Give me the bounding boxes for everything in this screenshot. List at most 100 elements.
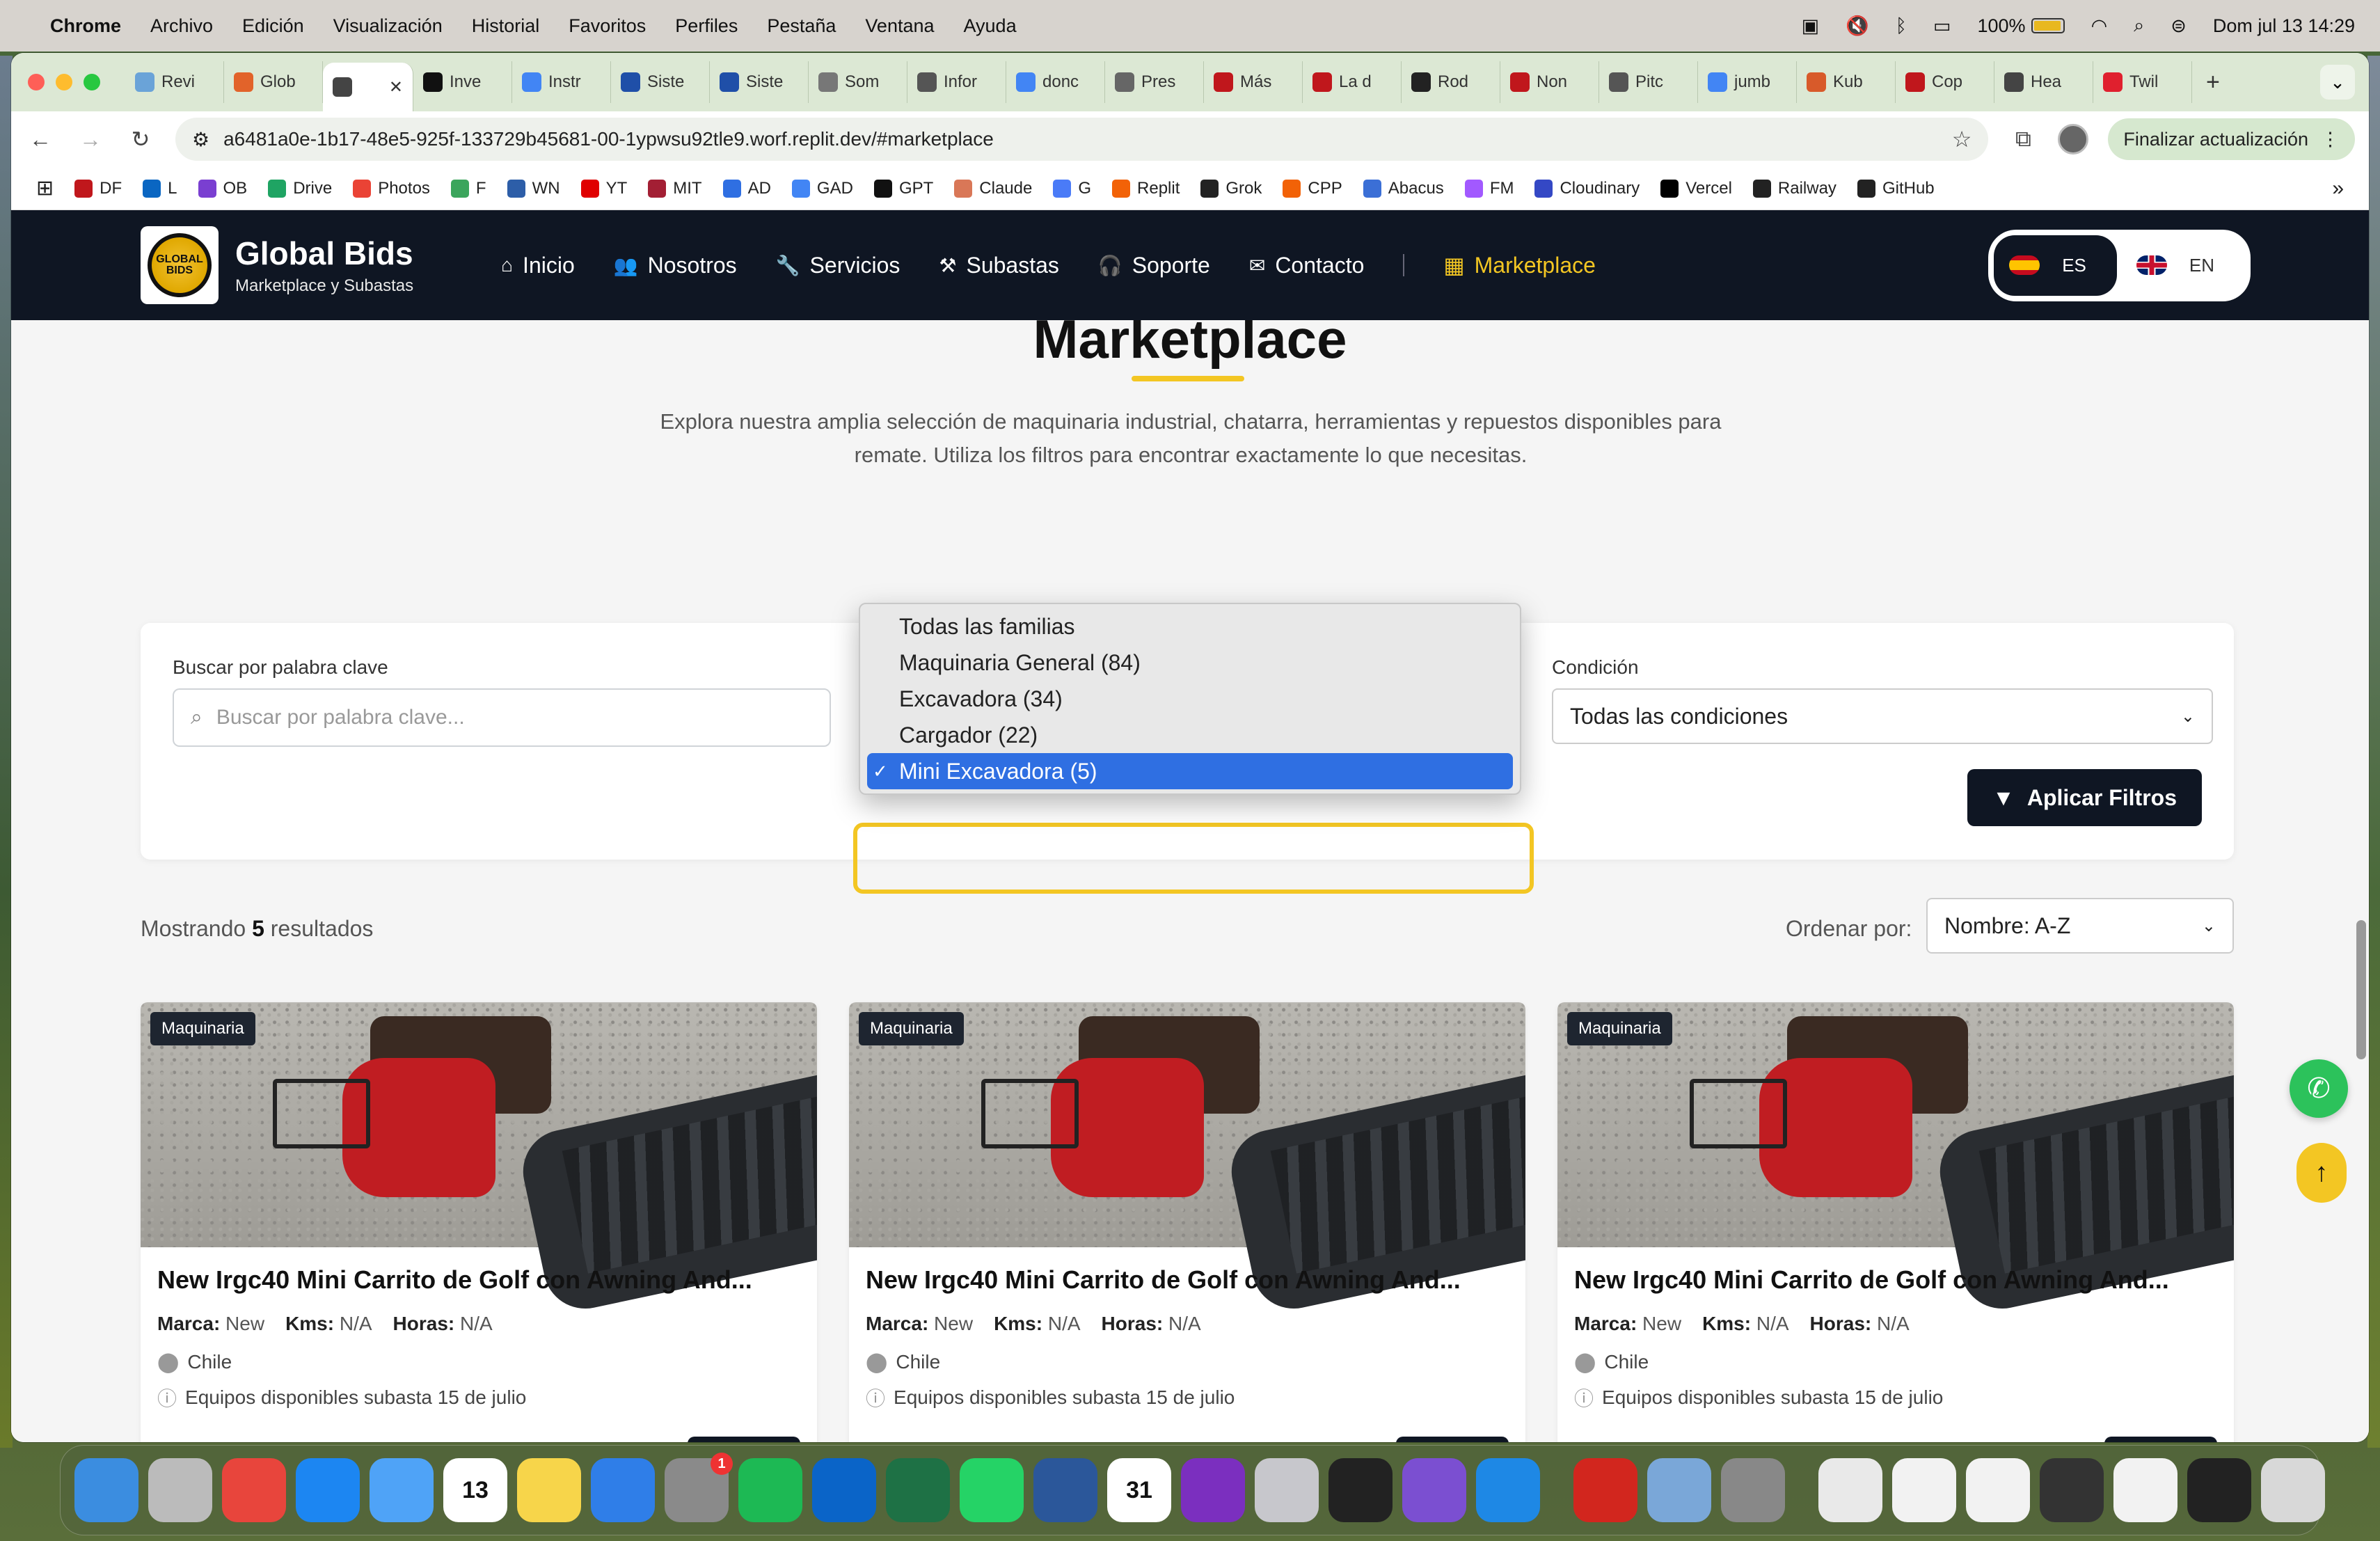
acrobat-icon[interactable] bbox=[1573, 1458, 1637, 1522]
product-image[interactable]: Maquinaria bbox=[141, 1002, 817, 1317]
bookmark-item[interactable]: YT bbox=[580, 179, 627, 198]
doc-stack-5-icon[interactable] bbox=[2113, 1458, 2177, 1522]
condition-select[interactable]: Todas las condiciones ⌄ bbox=[1552, 688, 2213, 744]
family-option[interactable]: Maquinaria General (84) bbox=[867, 645, 1513, 681]
browser-tab[interactable]: jumb bbox=[1698, 61, 1797, 103]
bookmark-item[interactable]: OB bbox=[198, 179, 247, 198]
terminal-icon[interactable] bbox=[2187, 1458, 2251, 1522]
close-window-button[interactable] bbox=[28, 74, 45, 90]
apps-grid-icon[interactable]: ⊞ bbox=[36, 176, 54, 200]
bookmark-item[interactable]: Railway bbox=[1752, 179, 1836, 198]
vscode-icon[interactable] bbox=[1476, 1458, 1540, 1522]
spotlight-search-icon[interactable]: ⌕ bbox=[2134, 15, 2144, 37]
browser-tab[interactable]: Pitc bbox=[1599, 61, 1698, 103]
browser-tab[interactable]: Pres bbox=[1105, 61, 1204, 103]
bookmark-item[interactable]: Photos bbox=[353, 179, 430, 198]
launchpad-icon[interactable] bbox=[148, 1458, 212, 1522]
browser-tab[interactable]: Cop bbox=[1896, 61, 1994, 103]
family-option[interactable]: Cargador (22) bbox=[867, 717, 1513, 753]
pro-app-icon[interactable] bbox=[1721, 1458, 1785, 1522]
active-tab[interactable]: ✕ bbox=[323, 63, 413, 111]
browser-tab[interactable]: Instr bbox=[512, 61, 611, 103]
mail-icon[interactable] bbox=[370, 1458, 434, 1522]
product-title[interactable]: New Irgc40 Mini Carrito de Golf con Awni… bbox=[866, 1265, 1506, 1295]
notes-icon[interactable] bbox=[517, 1458, 581, 1522]
bookmark-item[interactable]: Drive bbox=[268, 179, 332, 198]
lang-es-button[interactable]: ES bbox=[1994, 235, 2117, 296]
minimize-window-button[interactable] bbox=[56, 74, 72, 90]
doc-stack-2-icon[interactable] bbox=[1892, 1458, 1956, 1522]
nav-soporte[interactable]: 🎧 Soporte bbox=[1098, 253, 1210, 278]
nav-servicios[interactable]: 🔧 Servicios bbox=[776, 253, 901, 278]
family-option-selected[interactable]: ✓ Mini Excavadora (5) bbox=[867, 753, 1513, 789]
browser-tab[interactable]: Revi bbox=[125, 61, 224, 103]
outlook-icon[interactable] bbox=[812, 1458, 876, 1522]
profile-avatar[interactable] bbox=[2058, 124, 2089, 155]
view-more-button[interactable]: Ver más bbox=[1395, 1437, 1509, 1442]
mute-icon[interactable]: 🔇 bbox=[1846, 15, 1869, 37]
calendar-icon[interactable]: 13 bbox=[443, 1458, 507, 1522]
preview-icon[interactable] bbox=[1647, 1458, 1711, 1522]
nav-marketplace[interactable]: ▦ Marketplace bbox=[1443, 252, 1596, 278]
battery-status[interactable]: 100% bbox=[1978, 15, 2065, 37]
bookmark-item[interactable]: GPT bbox=[873, 179, 933, 198]
chrome-icon[interactable] bbox=[222, 1458, 286, 1522]
bookmark-item[interactable]: Cloudinary bbox=[1534, 179, 1640, 198]
menu-visualizacion[interactable]: Visualización bbox=[333, 15, 443, 37]
bookmark-item[interactable]: Grok bbox=[1200, 179, 1262, 198]
address-bar[interactable]: ⚙ a6481a0e-1b17-48e5-925f-133729b45681-0… bbox=[175, 118, 1989, 161]
safari-icon[interactable] bbox=[296, 1458, 360, 1522]
whatsapp-button[interactable]: ✆ bbox=[2290, 1059, 2348, 1118]
product-image[interactable]: Maquinaria bbox=[1557, 1002, 2234, 1317]
reload-button[interactable]: ↻ bbox=[125, 126, 156, 152]
nav-nosotros[interactable]: 👥 Nosotros bbox=[614, 253, 737, 278]
tab-search-chevron-icon[interactable]: ⌄ bbox=[2320, 65, 2355, 100]
menu-ventana[interactable]: Ventana bbox=[865, 15, 934, 37]
screen-recorder-icon[interactable] bbox=[1181, 1458, 1245, 1522]
scroll-to-top-button[interactable]: ↑ bbox=[2296, 1143, 2347, 1203]
product-title[interactable]: New Irgc40 Mini Carrito de Golf con Awni… bbox=[1574, 1265, 2214, 1295]
bookmark-item[interactable]: DF bbox=[74, 179, 122, 198]
github-desktop-icon[interactable] bbox=[1402, 1458, 1466, 1522]
bluetooth-icon[interactable]: ᛒ bbox=[1896, 15, 1907, 37]
calendar-31-icon[interactable]: 31 bbox=[1107, 1458, 1171, 1522]
nav-inicio[interactable]: ⌂ Inicio bbox=[501, 253, 575, 278]
family-select-focus[interactable] bbox=[853, 823, 1534, 894]
url-text[interactable]: a6481a0e-1b17-48e5-925f-133729b45681-00-… bbox=[223, 128, 994, 150]
product-card[interactable]: Maquinaria New Irgc40 Mini Carrito de Go… bbox=[849, 1002, 1525, 1442]
bookmark-item[interactable]: AD bbox=[722, 179, 771, 198]
browser-tab[interactable]: Infor bbox=[907, 61, 1006, 103]
bookmark-item[interactable]: CPP bbox=[1283, 179, 1342, 198]
browser-tab[interactable]: donc bbox=[1006, 61, 1105, 103]
browser-tab[interactable]: Glob bbox=[224, 61, 323, 103]
menu-edicion[interactable]: Edición bbox=[242, 15, 304, 37]
zoom-window-button[interactable] bbox=[84, 74, 100, 90]
settings-icon[interactable]: 1 bbox=[665, 1453, 733, 1522]
excel-icon[interactable] bbox=[886, 1458, 950, 1522]
spotify-icon[interactable] bbox=[738, 1458, 802, 1522]
bookmark-item[interactable]: G bbox=[1053, 179, 1091, 198]
bookmark-item[interactable]: Replit bbox=[1112, 179, 1180, 198]
bookmark-item[interactable]: GAD bbox=[791, 179, 853, 198]
product-card[interactable]: Maquinaria New Irgc40 Mini Carrito de Go… bbox=[141, 1002, 817, 1442]
menu-pestana[interactable]: Pestaña bbox=[767, 15, 836, 37]
product-image[interactable]: Maquinaria bbox=[849, 1002, 1525, 1317]
menu-favoritos[interactable]: Favoritos bbox=[569, 15, 646, 37]
doc-stack-4-icon[interactable] bbox=[2040, 1458, 2104, 1522]
bookmark-item[interactable]: MIT bbox=[648, 179, 702, 198]
nav-contacto[interactable]: ✉ Contacto bbox=[1249, 253, 1365, 278]
lang-en-button[interactable]: EN bbox=[2121, 235, 2245, 296]
keynote-icon[interactable] bbox=[591, 1458, 655, 1522]
whatsapp-icon[interactable] bbox=[960, 1458, 1024, 1522]
finish-update-button[interactable]: Finalizar actualización ⋮ bbox=[2108, 118, 2355, 160]
browser-tab[interactable]: Rod bbox=[1402, 61, 1500, 103]
product-title[interactable]: New Irgc40 Mini Carrito de Golf con Awni… bbox=[157, 1265, 798, 1295]
doc-stack-1-icon[interactable] bbox=[1818, 1458, 1882, 1522]
menu-historial[interactable]: Historial bbox=[472, 15, 540, 37]
menu-perfiles[interactable]: Perfiles bbox=[675, 15, 738, 37]
page-scrollbar[interactable] bbox=[2356, 920, 2366, 1059]
apply-filters-button[interactable]: ▼ Aplicar Filtros bbox=[1967, 769, 2202, 826]
bookmark-item[interactable]: FM bbox=[1464, 179, 1514, 198]
browser-tab[interactable]: Siste bbox=[710, 61, 809, 103]
doc-stack-3-icon[interactable] bbox=[1966, 1458, 2030, 1522]
